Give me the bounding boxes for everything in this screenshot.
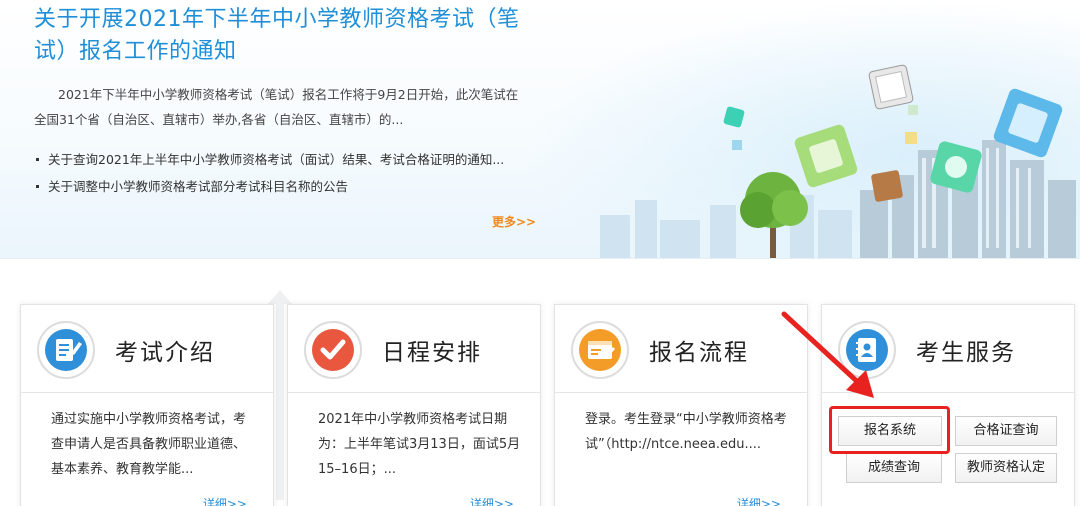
section-divider (0, 258, 1080, 259)
news-list-item[interactable]: 关于调整中小学教师资格考试部分考试科目名称的公告 (34, 173, 524, 200)
news-banner: 关于开展2021年下半年中小学教师资格考试（笔试）报名工作的通知 2021年下半… (0, 0, 1080, 258)
news-list: 关于查询2021年上半年中小学教师资格考试（面试）结果、考试合格证明的通知...… (34, 146, 524, 200)
highlight-box (829, 406, 950, 454)
city-illustration (600, 64, 1076, 258)
detail-link[interactable]: 详细>> (470, 495, 514, 506)
card-exam-intro: 考试介绍 通过实施中小学教师资格考试，考查申请人是否具备教师职业道德、基本素养、… (20, 304, 274, 506)
card-schedule: 日程安排 2021年中小学教师资格考试日期为：上半年笔试3月13日，面试5月15… (287, 304, 541, 506)
checkmark-icon (304, 321, 362, 379)
annotation-arrow (781, 311, 874, 398)
detail-link[interactable]: 详细>> (203, 495, 247, 506)
news-headline[interactable]: 关于开展2021年下半年中小学教师资格考试（笔试）报名工作的通知 (34, 4, 524, 68)
news-list-item[interactable]: 关于查询2021年上半年中小学教师资格考试（面试）结果、考试合格证明的通知... (34, 146, 524, 173)
news-section: 关于开展2021年下半年中小学教师资格考试（笔试）报名工作的通知 2021年下半… (34, 4, 524, 200)
card-description: 通过实施中小学教师资格考试，考查申请人是否具备教师职业道德、基本素养、教育教学能… (51, 412, 247, 477)
card-description: 登录。考生登录“中小学教师资格考试”（http://ntce.neea.edu.… (585, 412, 787, 452)
card-title[interactable]: 日程安排 (382, 333, 482, 367)
card-header: 考试介绍 (21, 305, 273, 393)
news-summary: 2021年下半年中小学教师资格考试（笔试）报名工作将于9月2日开始，此次笔试在全… (34, 87, 519, 127)
card-title[interactable]: 报名流程 (649, 333, 749, 367)
card-description: 2021年中小学教师资格考试日期为：上半年笔试3月13日，面试5月15–16日；… (318, 412, 521, 477)
teacher-qualification-button[interactable]: 教师资格认定 (955, 453, 1057, 483)
score-query-button[interactable]: 成绩查询 (846, 453, 942, 483)
card-header: 日程安排 (288, 305, 540, 393)
registration-form-icon (571, 321, 629, 379)
card-title[interactable]: 考试介绍 (115, 333, 215, 367)
more-news-link[interactable]: 更多>> (492, 213, 536, 230)
document-edit-icon (37, 321, 95, 379)
detail-link[interactable]: 详细>> (737, 495, 781, 506)
card-title[interactable]: 考生服务 (916, 333, 1016, 367)
certificate-query-button[interactable]: 合格证查询 (955, 416, 1057, 446)
